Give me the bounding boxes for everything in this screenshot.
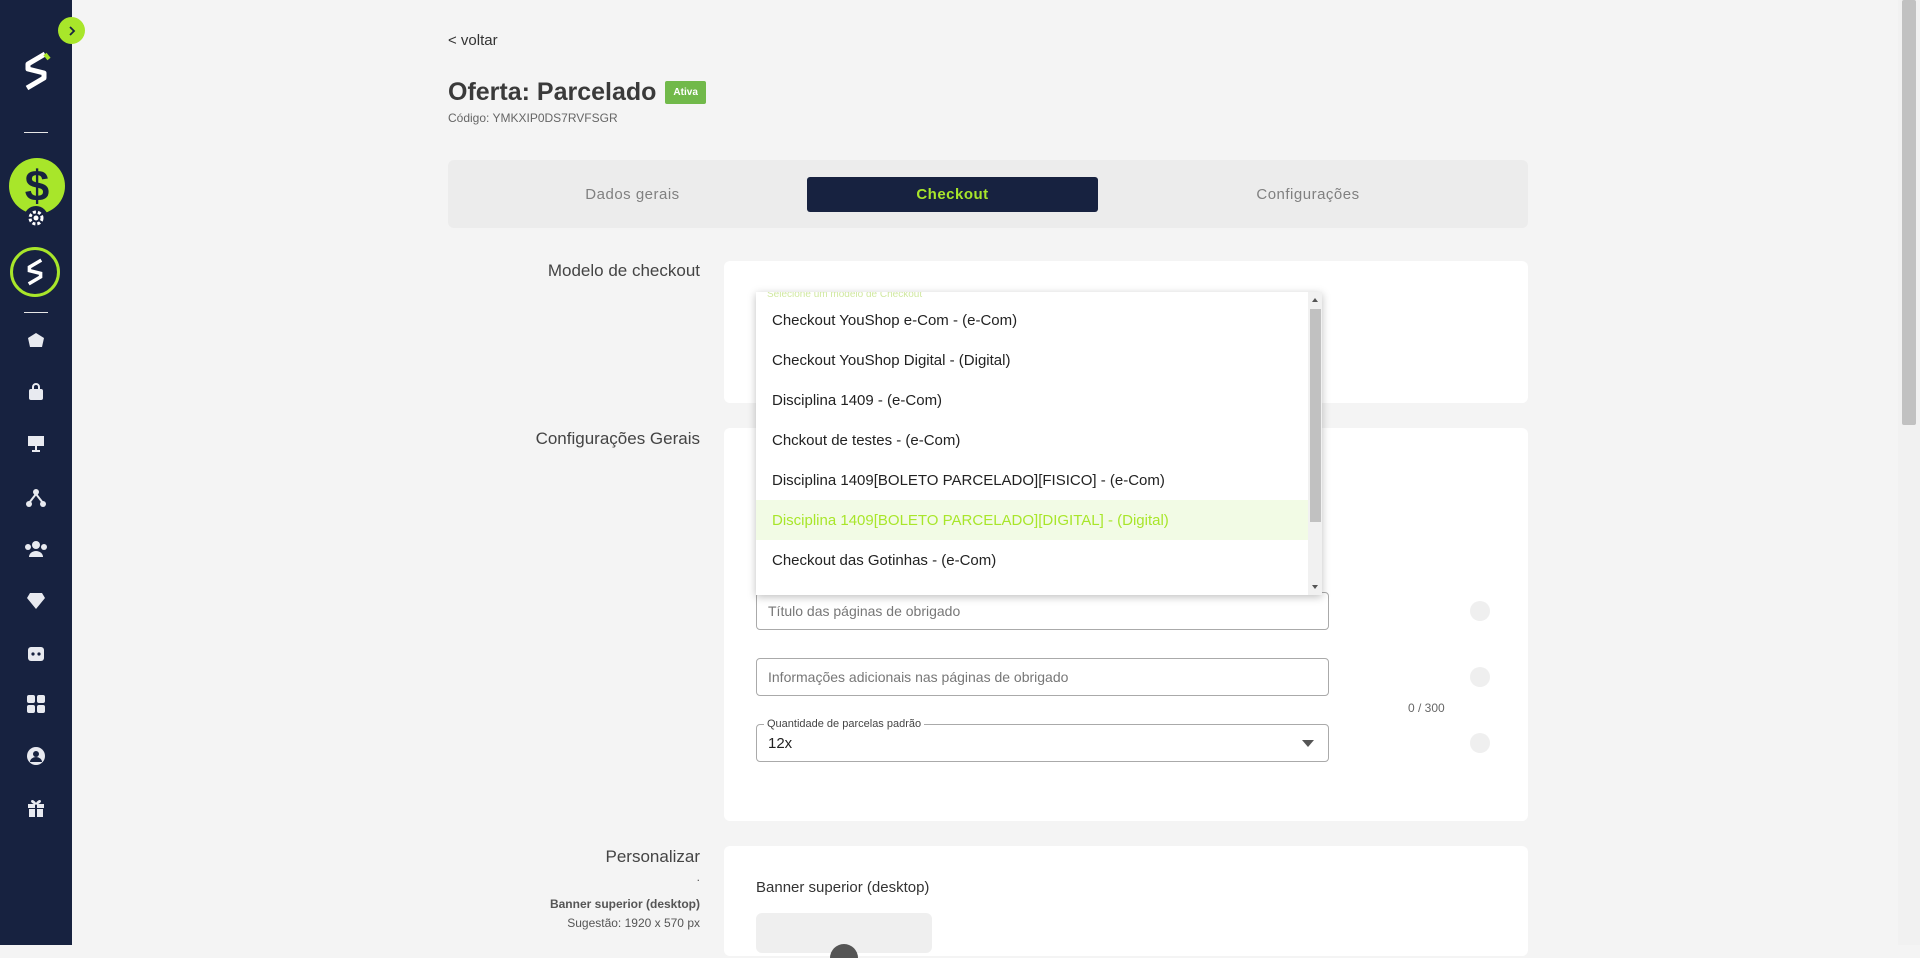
expand-toggle-icon[interactable] [58,17,85,44]
general-settings-label: Configurações Gerais [535,429,700,448]
users-icon[interactable] [24,537,48,561]
customize-label: Personalizar [605,847,701,866]
brand-ring-icon[interactable] [10,247,60,297]
dropdown-option-highlighted[interactable]: Disciplina 1409[BOLETO PARCELADO][DIGITA… [756,500,1308,540]
thanks-info-info-icon[interactable] [1470,667,1490,687]
apps-icon[interactable] [24,692,48,716]
banner-desktop-hint: Sugestão: 1920 x 570 px [567,916,700,930]
sidebar-divider [24,132,48,133]
logo-icon[interactable] [19,51,53,96]
checkout-model-label: Modelo de checkout [547,261,700,280]
bag-icon[interactable] [24,380,48,404]
dropdown-option[interactable]: Chckout de testes - (e-Com) [756,420,1308,460]
dropdown-option[interactable]: Checkout YouShop Digital - (Digital) [756,340,1308,380]
customize-dot: . [696,870,700,884]
tab-checkout[interactable]: Checkout [807,177,1098,212]
dropdown-option[interactable]: Disciplina 1409[BOLETO PARCELADO][FISICO… [756,460,1308,500]
page-scroll-thumb[interactable] [1902,0,1916,425]
installments-info-icon[interactable] [1470,733,1490,753]
chevron-down-icon [1302,740,1314,747]
tab-bar: Dados gerais Checkout Configurações [448,160,1528,228]
presentation-icon[interactable] [24,431,48,455]
offer-title: Oferta: Parcelado [448,78,657,106]
home-icon[interactable] [24,328,48,352]
status-badge: Ativa [665,81,706,104]
checkout-model-select-label: Selecione um modelo de Checkout [767,292,923,300]
scroll-up-icon[interactable] [1308,294,1322,306]
thanks-info-counter: 0 / 300 [1408,701,1445,715]
checkout-model-dropdown[interactable]: Selecione um modelo de Checkout Checkout… [756,292,1322,595]
dropdown-option[interactable]: Checkout das Gotinhas - (e-Com) [756,540,1308,580]
page-scrollbar[interactable] [1898,0,1920,945]
gift-icon[interactable] [24,796,48,820]
upload-icon [830,944,858,958]
diamond-icon[interactable] [24,589,48,613]
thanks-title-input[interactable]: Título das páginas de obrigado [756,592,1329,630]
sidebar: $ [0,0,85,945]
banner-card-title: Banner superior (desktop) [756,879,930,896]
offer-code: Código: YMKXIP0DS7RVFSGR [448,111,618,125]
dice-icon[interactable] [24,642,48,666]
installments-value: 12x [768,734,793,752]
dropdown-scroll-thumb[interactable] [1310,309,1321,522]
gear-icon[interactable] [24,206,48,230]
svg-text:$: $ [25,163,49,209]
network-icon[interactable] [24,486,48,510]
sidebar-divider [24,312,48,313]
back-link[interactable]: < voltar [448,32,498,49]
dropdown-scrollbar[interactable] [1308,292,1322,595]
dropdown-option[interactable]: Checkout YouShop e-Com - (e-Com) [756,300,1308,340]
thanks-title-info-icon[interactable] [1470,601,1490,621]
page-title: Oferta: Parcelado Ativa [448,78,706,107]
account-icon[interactable] [24,744,48,768]
tab-dados-gerais[interactable]: Dados gerais [462,177,803,212]
installments-label: Quantidade de parcelas padrão [764,718,925,730]
dropdown-option[interactable]: Disciplina 1409 - (e-Com) [756,380,1308,420]
banner-desktop-label: Banner superior (desktop) [549,897,700,911]
tab-configuracoes[interactable]: Configurações [1102,177,1514,212]
banner-upload-box[interactable] [756,913,932,958]
scroll-down-icon[interactable] [1308,581,1322,593]
thanks-info-input[interactable]: Informações adicionais nas páginas de ob… [756,658,1329,696]
